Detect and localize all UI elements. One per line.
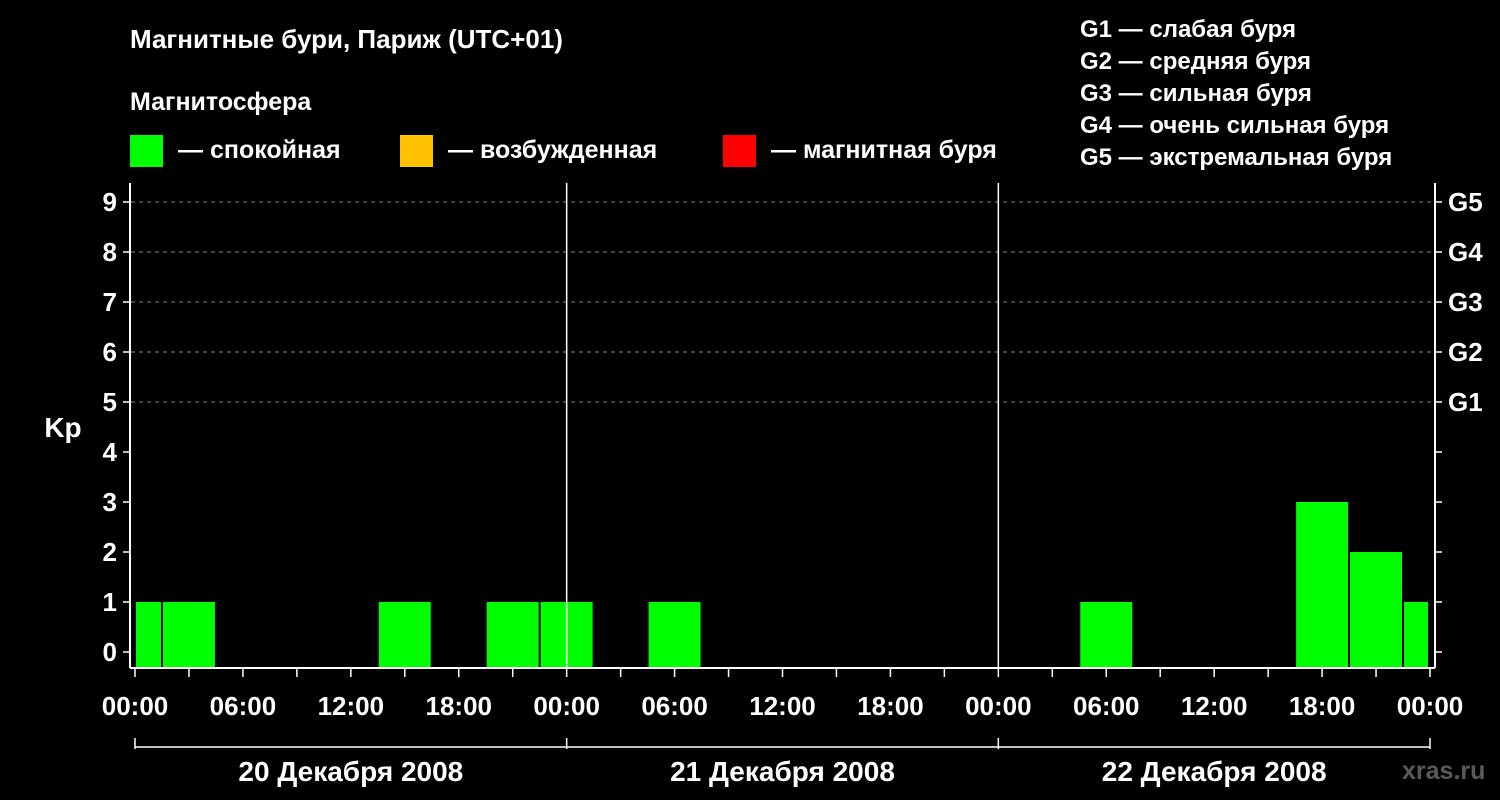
x-tick-label: 00:00 [965,691,1032,721]
y-tick-label: 9 [103,187,117,217]
kp-bar [1080,602,1133,667]
g-level-label: G4 [1448,237,1483,267]
y-tick-label: 7 [103,287,117,317]
x-tick-label: 18:00 [1289,691,1356,721]
chart-title: Магнитные бури, Париж (UTC+01) [130,24,563,54]
x-tick-label: 00:00 [102,691,169,721]
kp-bar [1296,502,1349,667]
storm-level-label: G3 — сильная буря [1080,80,1312,107]
kp-chart: Магнитные бури, Париж (UTC+01) Магнитосф… [44,16,1485,787]
day-label: 20 Декабря 2008 [238,756,463,787]
legend-swatch [723,135,756,167]
y-tick-label: 8 [103,237,117,267]
kp-bar [378,602,431,667]
x-tick-label: 06:00 [210,691,277,721]
storm-level-label: G1 — слабая буря [1080,16,1296,43]
legend-swatch [400,135,433,167]
g-level-label: G2 [1448,337,1483,367]
legend-label: — магнитная буря [771,136,997,164]
legend-label: — спокойная [178,136,341,164]
y-tick-label: 0 [103,637,117,667]
storm-level-label: G5 — экстремальная буря [1080,144,1392,171]
x-tick-label: 06:00 [1073,691,1140,721]
legend-header: Магнитосфера [130,88,312,116]
g-level-label: G1 [1448,387,1483,417]
g-level-label: G5 [1448,187,1483,217]
kp-bar [1350,552,1403,667]
storm-levels-legend: G1 — слабая буря G2 — средняя буря G3 — си… [1080,16,1392,171]
y-axis-label: Kp [44,412,81,443]
g-level-label: G3 [1448,287,1483,317]
kp-bar [1404,602,1428,667]
watermark: xras.ru [1402,757,1485,785]
day-label: 22 Декабря 2008 [1102,756,1327,787]
plot-area: 0 1 2 3 4 5 6 7 8 9 G1 G2 G3 G4 G5 Kp 00:00 06:00 12:00 18:… [44,183,1483,787]
kp-bar [486,602,539,667]
y-tick-label: 3 [103,487,117,517]
x-tick-label: 00:00 [1397,691,1464,721]
storm-level-label: G4 — очень сильная буря [1080,112,1389,139]
y-tick-label: 5 [103,387,117,417]
y-tick-label: 1 [103,587,117,617]
legend-swatch [130,135,163,167]
x-tick-label: 18:00 [857,691,924,721]
y-tick-label: 6 [103,337,117,367]
legend-label: — возбужденная [448,136,657,164]
y-tick-label: 4 [103,437,118,467]
x-tick-label: 12:00 [318,691,385,721]
x-tick-label: 00:00 [533,691,600,721]
kp-bar [136,602,161,667]
x-tick-label: 06:00 [641,691,708,721]
storm-level-label: G2 — средняя буря [1080,48,1311,75]
kp-bar [648,602,701,667]
x-tick-label: 18:00 [426,691,493,721]
legend: — спокойная — возбужденная — магнитная бур… [130,135,997,167]
y-tick-label: 2 [103,537,117,567]
kp-bar [162,602,215,667]
x-tick-label: 12:00 [749,691,816,721]
day-label: 21 Декабря 2008 [670,756,895,787]
x-tick-label: 12:00 [1181,691,1248,721]
